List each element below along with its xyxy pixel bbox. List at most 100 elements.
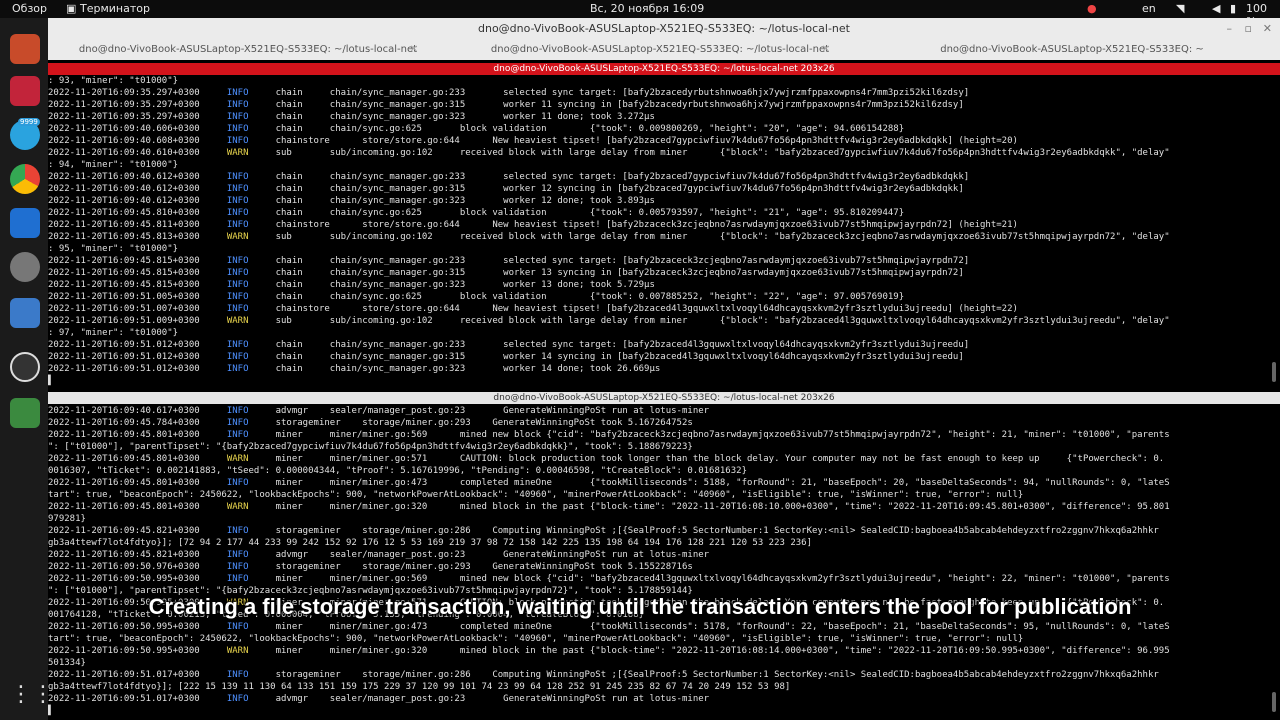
wifi-icon[interactable]: ◥	[1176, 2, 1184, 15]
log-level: INFO	[226, 670, 249, 680]
log-message: miner miner/miner.go:473 completed mineO…	[248, 622, 1170, 632]
log-timestamp: 2022-11-20T16:09:35.297+0300	[48, 88, 200, 98]
clock[interactable]: Вс, 20 ноября 16:09	[590, 2, 704, 15]
terminal-pane-top[interactable]: : 93, "miner": "t01000"} 2022-11-20T16:09…	[48, 75, 1270, 387]
log-continuation: 979281}	[48, 514, 86, 524]
log-line: ▌	[48, 705, 1270, 717]
tab-3[interactable]: dno@dno-VivoBook-ASUSLaptop-X521EQ-S533E…	[872, 40, 1272, 60]
log-level: INFO	[226, 622, 249, 632]
log-level: INFO	[226, 112, 249, 122]
log-level: WARN	[226, 502, 249, 512]
tab-1[interactable]: dno@dno-VivoBook-ASUSLaptop-X521EQ-S533E…	[48, 40, 448, 60]
log-line: 2022-11-20T16:09:45.801+0300 INFO miner …	[48, 477, 1270, 489]
tray-icon[interactable]: ●	[1087, 2, 1097, 15]
activities-button[interactable]: Обзор	[12, 2, 47, 15]
log-timestamp: 2022-11-20T16:09:45.810+0300	[48, 208, 200, 218]
log-message: advmgr sealer/manager_post.go:23 Generat…	[248, 694, 710, 704]
close-tab-icon[interactable]: ✕	[410, 40, 418, 60]
obs-icon[interactable]	[10, 352, 40, 382]
log-level: INFO	[226, 364, 249, 374]
log-timestamp: 2022-11-20T16:09:45.821+0300	[48, 526, 200, 536]
log-level: INFO	[226, 292, 249, 302]
log-timestamp: 2022-11-20T16:09:45.801+0300	[48, 478, 200, 488]
log-continuation: : 93, "miner": "t01000"}	[48, 76, 179, 86]
log-level: WARN	[226, 148, 249, 158]
video-subtitle: Creating a file storage transaction, wai…	[148, 594, 1132, 619]
log-timestamp: 2022-11-20T16:09:40.606+0300	[48, 124, 200, 134]
log-line: 2022-11-20T16:09:35.297+0300 INFO chain …	[48, 111, 1270, 123]
minimize-icon[interactable]: –	[1227, 18, 1233, 40]
log-timestamp: 2022-11-20T16:09:50.995+0300	[48, 646, 200, 656]
log-level: INFO	[226, 196, 249, 206]
log-message: storageminer storage/miner.go:286 Comput…	[248, 526, 1159, 536]
log-level: INFO	[226, 256, 249, 266]
log-message: chainstore store/store.go:644 New heavie…	[248, 220, 1018, 230]
log-line: ": ["t01000"], "parentTipset": "{bafy2bz…	[48, 441, 1270, 453]
log-continuation: 501334}	[48, 658, 86, 668]
log-message: chain chain/sync_manager.go:315 worker 1…	[248, 184, 964, 194]
log-timestamp: 2022-11-20T16:09:51.007+0300	[48, 304, 200, 314]
log-level: WARN	[226, 454, 249, 464]
text-editor-icon[interactable]	[10, 298, 40, 328]
close-tab-icon[interactable]: ✕	[822, 40, 830, 60]
log-message: storageminer storage/miner.go:293 Genera…	[248, 562, 693, 572]
log-line: 2022-11-20T16:09:40.617+0300 INFO advmgr…	[48, 405, 1270, 417]
goland-icon[interactable]	[10, 208, 40, 238]
battery-icon[interactable]: ▮	[1230, 2, 1236, 15]
log-level: INFO	[226, 304, 249, 314]
chrome-icon[interactable]	[10, 164, 40, 194]
pane-title-bottom[interactable]: dno@dno-VivoBook-ASUSLaptop-X521EQ-S533E…	[48, 392, 1280, 404]
log-message: chain chain/sync_manager.go:315 worker 1…	[248, 352, 964, 362]
app-menu[interactable]: Терминатор	[80, 2, 150, 15]
maximize-icon[interactable]: ▫	[1245, 18, 1252, 40]
log-message: miner miner/miner.go:320 mined block in …	[248, 646, 1170, 656]
trash-icon[interactable]	[10, 398, 40, 428]
files-icon[interactable]	[10, 34, 40, 64]
app-grid-icon[interactable]: ⋮⋮⋮	[10, 680, 76, 710]
log-line: 2022-11-20T16:09:40.610+0300 WARN sub su…	[48, 147, 1270, 159]
log-message: miner miner/miner.go:473 completed mineO…	[248, 478, 1170, 488]
log-line: 2022-11-20T16:09:40.606+0300 INFO chain …	[48, 123, 1270, 135]
log-timestamp: 2022-11-20T16:09:51.017+0300	[48, 694, 200, 704]
log-timestamp: 2022-11-20T16:09:45.801+0300	[48, 502, 200, 512]
log-message: chain chain/sync_manager.go:323 worker 1…	[248, 196, 655, 206]
log-timestamp: 2022-11-20T16:09:51.012+0300	[48, 340, 200, 350]
log-level: WARN	[226, 316, 249, 326]
close-icon[interactable]: ✕	[1263, 18, 1272, 40]
tab-2[interactable]: dno@dno-VivoBook-ASUSLaptop-X521EQ-S533E…	[460, 40, 860, 60]
log-timestamp: 2022-11-20T16:09:40.608+0300	[48, 136, 200, 146]
pane-title-top[interactable]: dno@dno-VivoBook-ASUSLaptop-X521EQ-S533E…	[48, 63, 1280, 75]
log-message: sub sub/incoming.go:102 received block w…	[248, 316, 1170, 326]
log-line: 2022-11-20T16:09:51.012+0300 INFO chain …	[48, 351, 1270, 363]
log-level: INFO	[226, 430, 249, 440]
log-message: chain chain/sync_manager.go:233 selected…	[248, 340, 970, 350]
log-level: INFO	[226, 352, 249, 362]
scrollbar-bottom[interactable]	[1272, 692, 1276, 712]
log-timestamp: 2022-11-20T16:09:51.012+0300	[48, 352, 200, 362]
log-timestamp: 2022-11-20T16:09:45.811+0300	[48, 220, 200, 230]
log-level: INFO	[226, 478, 249, 488]
log-level: INFO	[226, 100, 249, 110]
log-timestamp: 2022-11-20T16:09:45.815+0300	[48, 256, 200, 266]
volume-icon[interactable]: ◀	[1212, 2, 1220, 15]
log-line: 2022-11-20T16:09:45.815+0300 INFO chain …	[48, 279, 1270, 291]
scrollbar-top[interactable]	[1272, 362, 1276, 382]
log-line: 0016307, "tTicket": 0.002141883, "tSeed"…	[48, 465, 1270, 477]
terminal-pane-bottom[interactable]: 2022-11-20T16:09:40.617+0300 INFO advmgr…	[48, 405, 1270, 717]
log-message: chain chain/sync_manager.go:233 selected…	[248, 88, 970, 98]
log-message: miner miner/miner.go:320 mined block in …	[248, 502, 1170, 512]
log-message: chain chain/sync_manager.go:315 worker 1…	[248, 268, 964, 278]
log-message: chain chain/sync_manager.go:323 worker 1…	[248, 280, 655, 290]
log-line: 2022-11-20T16:09:45.815+0300 INFO chain …	[48, 267, 1270, 279]
log-level: INFO	[226, 526, 249, 536]
log-line: gb3a4ttewf7lot4fdtyo}]; [72 94 2 177 44 …	[48, 537, 1270, 549]
log-message: advmgr sealer/manager_post.go:23 Generat…	[248, 550, 710, 560]
log-continuation: : 94, "miner": "t01000"}	[48, 160, 179, 170]
keyboard-layout[interactable]: en	[1142, 2, 1156, 15]
log-line: 2022-11-20T16:09:50.995+0300 WARN miner …	[48, 645, 1270, 657]
settings-icon[interactable]	[10, 252, 40, 282]
terminator-icon[interactable]	[10, 76, 40, 106]
log-message: chain chain/sync_manager.go:233 selected…	[248, 256, 970, 266]
log-line: 2022-11-20T16:09:45.810+0300 INFO chain …	[48, 207, 1270, 219]
log-level: INFO	[226, 562, 249, 572]
